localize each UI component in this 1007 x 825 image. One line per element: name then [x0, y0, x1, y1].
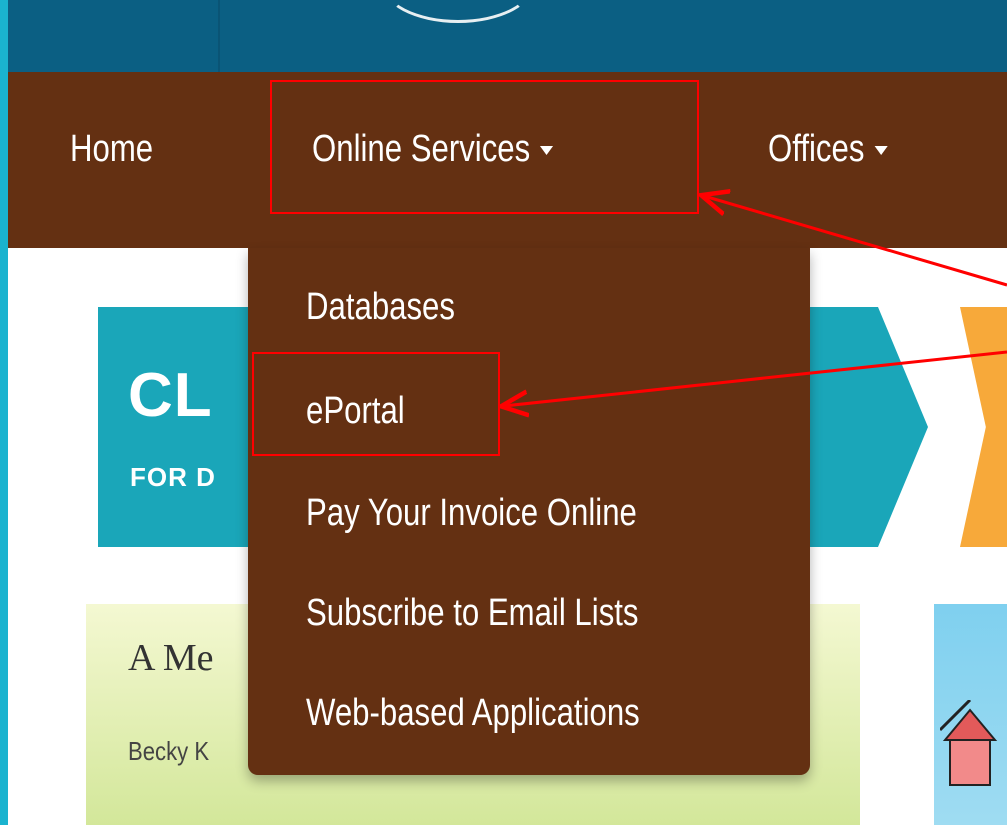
arrow-to-online-services: [704, 196, 1007, 287]
annotation-arrows: [0, 0, 1007, 825]
arrow-to-eportal: [504, 350, 1007, 406]
